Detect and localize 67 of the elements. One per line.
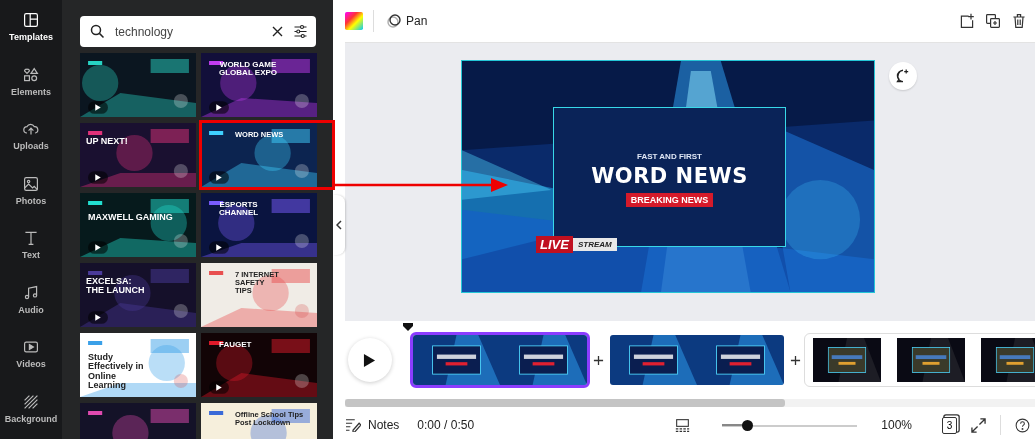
help-icon[interactable]: [1015, 417, 1030, 433]
add-clip-icon[interactable]: [790, 354, 801, 366]
notes-button[interactable]: Notes: [345, 418, 400, 432]
color-swatch-icon[interactable]: [345, 12, 363, 30]
play-icon: [209, 381, 229, 394]
video-clip[interactable]: [410, 332, 590, 388]
breaking-news-banner: BREAKING NEWS: [625, 193, 714, 207]
chevron-left-icon: [336, 220, 342, 230]
template-title: EXCELSA: THE LAUNCH: [86, 277, 145, 296]
search-icon: [90, 24, 105, 39]
shapes-icon: [23, 66, 39, 83]
play-button[interactable]: [348, 338, 392, 382]
filter-icon[interactable]: [293, 24, 308, 39]
sidebar-item[interactable]: Photos: [0, 163, 62, 218]
template-title: ESPORTS CHANNEL: [219, 201, 259, 218]
playback-time: 0:00 / 0:50: [417, 418, 475, 432]
play-icon: [209, 241, 229, 254]
headline-title: WORD NEWS: [591, 164, 748, 188]
design-page[interactable]: FAST AND FIRST WORD NEWS BREAKING NEWS LIVE STREAM: [461, 60, 875, 293]
template-title: Study Effectively in Online Learning: [88, 353, 144, 391]
music-icon: [23, 284, 39, 301]
video-clip[interactable]: [607, 332, 787, 388]
play-icon: [209, 101, 229, 114]
template-title: WORLD GAME GLOBAL EXPO: [219, 61, 278, 78]
grid-view-icon[interactable]: [675, 417, 691, 433]
circles-icon: [386, 13, 402, 29]
text-icon: [23, 230, 39, 247]
template-title: UP NEXT!: [86, 137, 128, 147]
page-count-button[interactable]: 3: [942, 416, 957, 434]
image-icon: [23, 175, 39, 192]
fullscreen-icon[interactable]: [971, 417, 986, 433]
play-icon: [88, 311, 108, 324]
hatch-icon: [23, 393, 39, 410]
sidebar-item[interactable]: Templates: [0, 0, 62, 55]
trash-icon[interactable]: [1011, 13, 1027, 29]
add-page-icon[interactable]: [959, 13, 975, 29]
speech-bubble-plus-icon: [895, 68, 911, 84]
play-icon: [88, 241, 108, 254]
search-field[interactable]: technology: [113, 23, 262, 40]
template-title: FAUGET: [219, 341, 252, 350]
close-icon[interactable]: [270, 24, 285, 39]
headline-kicker: FAST AND FIRST: [636, 152, 702, 161]
playhead-marker[interactable]: [403, 323, 413, 331]
sidebar-item[interactable]: Background: [0, 381, 62, 436]
play-icon: [209, 171, 229, 184]
sidebar-item[interactable]: Videos: [0, 327, 62, 382]
panel-collapse-handle[interactable]: [333, 195, 345, 255]
sidebar-item[interactable]: Text: [0, 218, 62, 273]
pan-button[interactable]: Pan: [384, 11, 430, 31]
sidebar-item[interactable]: Elements: [0, 54, 62, 109]
template-title: MAXWELL GAMING: [88, 213, 173, 223]
zoom-percentage: 100%: [881, 418, 912, 432]
notes-icon: [345, 418, 361, 432]
comment-button[interactable]: [889, 62, 917, 90]
sidebar-item[interactable]: Uploads: [0, 109, 62, 164]
duplicate-icon[interactable]: [985, 13, 1001, 29]
stream-tag: STREAM: [572, 238, 617, 251]
play-icon: [88, 171, 108, 184]
add-clip-icon[interactable]: [593, 354, 604, 366]
layout-icon: [23, 12, 39, 29]
cloud-upload-icon: [23, 121, 39, 138]
search-bar[interactable]: technology: [80, 16, 316, 47]
play-icon: [88, 101, 108, 114]
live-tag: LIVE: [536, 236, 573, 253]
sidebar-item[interactable]: Audio: [0, 272, 62, 327]
horizontal-scrollbar[interactable]: [345, 399, 1035, 407]
play-icon: [362, 352, 376, 368]
